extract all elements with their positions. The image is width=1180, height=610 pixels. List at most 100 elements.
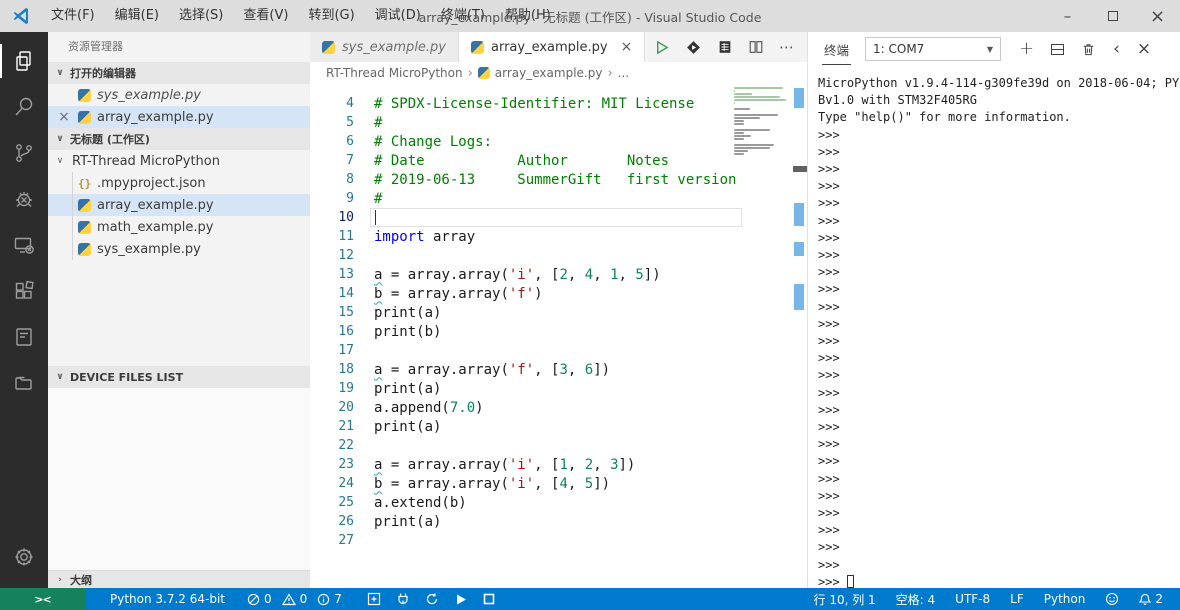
code-line[interactable]: 23 a = array.array('i', [1, 2, 3]) [310, 455, 807, 474]
stop-icon[interactable] [483, 593, 495, 605]
menu-item[interactable]: 终端(T) [432, 1, 494, 31]
breadcrumb-item[interactable]: RT-Thread MicroPython [326, 66, 463, 80]
explorer-icon[interactable] [0, 38, 48, 84]
source-control-icon[interactable] [0, 130, 48, 176]
minimap-line [734, 123, 745, 125]
minimize-button[interactable]: – [1045, 0, 1090, 32]
code-line[interactable]: 17 [310, 341, 807, 360]
new-terminal-icon[interactable]: + [1019, 40, 1034, 58]
section-device-files[interactable]: ∨ DEVICE FILES LIST [48, 366, 310, 388]
debug-icon[interactable] [0, 176, 48, 222]
file-tree-item[interactable]: array_example.py [48, 194, 310, 216]
close-window-button[interactable]: × [1135, 0, 1180, 32]
code-line[interactable]: 20 a.append(7.0) [310, 398, 807, 417]
overview-ruler[interactable] [793, 84, 807, 588]
open-editor-item[interactable]: sys_example.py [48, 84, 310, 106]
close-icon[interactable]: × [621, 39, 633, 55]
code-line[interactable]: 8 # 2019-06-13 SummerGift first version [310, 170, 807, 189]
python-interpreter-status[interactable]: Python 3.7.2 64-bit [103, 588, 232, 610]
code-line[interactable]: 14 b = array.array('f') [310, 284, 807, 303]
table-file-icon[interactable] [717, 39, 733, 55]
add-device-icon[interactable] [367, 592, 381, 606]
remote-indicator[interactable]: >< [0, 588, 85, 610]
menu-item[interactable]: 文件(F) [42, 1, 104, 31]
menu-item[interactable]: 查看(V) [234, 1, 297, 31]
editor-tab[interactable]: sys_example.py [310, 32, 459, 62]
close-panel-icon[interactable]: × [1137, 40, 1151, 58]
file-tree-item[interactable]: {} .mpyproject.json [48, 172, 310, 194]
terminal-prompt: >>> [818, 523, 840, 538]
indentation-status[interactable]: 空格: 4 [889, 588, 943, 610]
close-icon[interactable]: × [56, 109, 72, 125]
minimap[interactable] [734, 87, 790, 158]
code-line[interactable]: 10 [310, 208, 807, 227]
editor-tab[interactable]: array_example.py × [459, 32, 646, 62]
language-mode-status[interactable]: Python [1037, 588, 1093, 610]
code-line[interactable]: 5 # [310, 113, 807, 132]
run-micropython-icon[interactable] [685, 39, 702, 56]
menu-item[interactable]: 帮助(H) [496, 1, 560, 31]
folder-rt-thread-micropython[interactable]: ∨ RT-Thread MicroPython [48, 150, 310, 172]
open-editor-item[interactable]: × array_example.py [48, 106, 310, 128]
terminal-output[interactable]: MicroPython v1.9.4-114-g309fe39d on 2018… [808, 66, 1180, 588]
extensions-icon[interactable] [0, 268, 48, 314]
split-terminal-icon[interactable] [1051, 43, 1065, 55]
section-outline[interactable]: › 大纲 [48, 570, 310, 588]
code-line[interactable]: 7 # Date Author Notes [310, 151, 807, 170]
python-file-icon [78, 242, 91, 256]
notifications-bell[interactable]: 2 [1132, 588, 1170, 610]
terminal-prompt-active[interactable]: >>> [818, 574, 1180, 588]
code-line[interactable]: 24 b = array.array('i', [4, 5]) [310, 474, 807, 493]
terminal-prompt: >>> [818, 179, 840, 194]
menu-item[interactable]: 调试(D) [366, 1, 430, 31]
eol-status[interactable]: LF [1003, 588, 1031, 610]
section-open-editors[interactable]: ∨ 打开的编辑器 [48, 62, 310, 84]
breadcrumb-item[interactable]: array_example.py [477, 66, 602, 80]
tab-terminal[interactable]: 终端 [822, 34, 852, 65]
split-editor-icon[interactable] [748, 39, 764, 55]
kill-terminal-icon[interactable] [1081, 42, 1096, 57]
code-line[interactable]: 27 [310, 531, 807, 550]
code-line[interactable]: 13 a = array.array('i', [2, 4, 1, 5]) [310, 265, 807, 284]
file-name: array_example.py [97, 109, 214, 125]
encoding-status[interactable]: UTF-8 [948, 588, 997, 610]
code-line[interactable]: 22 [310, 436, 807, 455]
problems-status[interactable]: 0 0 7 [240, 588, 349, 610]
notebook-icon[interactable] [0, 314, 48, 360]
code-line[interactable]: 6 # Change Logs: [310, 132, 807, 151]
settings-gear-icon[interactable] [0, 534, 48, 580]
maximize-button[interactable] [1090, 0, 1135, 32]
search-icon[interactable] [0, 84, 48, 130]
cursor-position-status[interactable]: 行 10, 列 1 [807, 588, 883, 610]
sync-icon[interactable] [425, 592, 439, 606]
breadcrumb-item[interactable]: ... [618, 66, 629, 80]
feedback-smiley-icon[interactable] [1098, 588, 1126, 610]
menu-item[interactable]: 转到(G) [299, 1, 363, 31]
usb-plug-icon[interactable] [397, 592, 409, 606]
menu-item[interactable]: 编辑(E) [106, 1, 168, 31]
code-line[interactable]: 16 print(b) [310, 322, 807, 341]
code-line[interactable]: 4 # SPDX-License-Identifier: MIT License [310, 94, 807, 113]
chevron-left-icon[interactable]: ‹ [1113, 40, 1120, 58]
code-line[interactable]: 9 # [310, 189, 807, 208]
play-icon[interactable] [455, 593, 467, 606]
section-workspace[interactable]: ∨ 无标题 (工作区) [48, 128, 310, 150]
file-tree-item[interactable]: math_example.py [48, 216, 310, 238]
line-number: 25 [338, 495, 354, 510]
code-line[interactable]: 15 print(a) [310, 303, 807, 322]
code-line[interactable]: 18 a = array.array('f', [3, 6]) [310, 360, 807, 379]
run-file-icon[interactable] [653, 39, 670, 56]
code-line[interactable]: 12 [310, 246, 807, 265]
more-actions-icon[interactable]: ⋯ [779, 38, 795, 56]
code-line[interactable]: 26 print(a) [310, 512, 807, 531]
code-editor[interactable]: 4 # SPDX-License-Identifier: MIT License 5… [310, 84, 807, 588]
remote-device-icon[interactable] [0, 222, 48, 268]
code-line[interactable]: 21 print(a) [310, 417, 807, 436]
code-line[interactable]: 19 print(a) [310, 379, 807, 398]
terminal-selector-dropdown[interactable]: 1: COM7 ▼ [865, 37, 1002, 61]
code-line[interactable]: 25 a.extend(b) [310, 493, 807, 512]
menu-item[interactable]: 选择(S) [170, 1, 232, 31]
device-folder-icon[interactable] [0, 360, 48, 406]
file-tree-item[interactable]: sys_example.py [48, 238, 310, 260]
code-line[interactable]: 11 import array [310, 227, 807, 246]
